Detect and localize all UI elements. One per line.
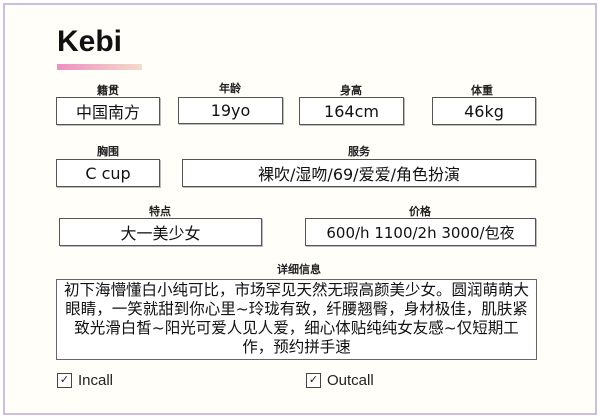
details-textarea[interactable]: 初下海懵懂白小纯可比，市场罕见天然无瑕高颜美少女。圆润萌萌大眼睛，一笑就甜到你心… xyxy=(56,279,537,360)
age-label: 年龄 xyxy=(219,82,241,95)
price-label: 价格 xyxy=(409,205,431,218)
details-label: 详细信息 xyxy=(277,263,321,276)
price-field[interactable]: 600/h 1100/2h 3000/包夜 xyxy=(305,218,536,246)
bust-field[interactable]: C cup xyxy=(56,159,160,187)
origin-label: 籍贯 xyxy=(97,84,119,97)
weight-field[interactable]: 46kg xyxy=(432,97,536,125)
services-label: 服务 xyxy=(348,145,370,158)
title-underline xyxy=(57,64,142,70)
bust-label: 胸围 xyxy=(97,145,119,158)
services-field[interactable]: 裸吹/湿吻/69/爱爱/角色扮演 xyxy=(182,159,536,187)
incall-checkbox[interactable]: ✓ Incall xyxy=(57,372,113,389)
outcall-label: Outcall xyxy=(327,372,374,389)
features-field[interactable]: 大一美少女 xyxy=(59,218,262,246)
checkmark-icon: ✓ xyxy=(306,373,321,388)
weight-label: 体重 xyxy=(471,84,493,97)
height-label: 身高 xyxy=(340,84,362,97)
incall-label: Incall xyxy=(78,372,114,389)
features-label: 特点 xyxy=(149,205,171,218)
outcall-checkbox[interactable]: ✓ Outcall xyxy=(306,372,374,389)
profile-card: Kebi 籍贯 中国南方 年龄 19yo 身高 164cm 体重 46kg 胸围… xyxy=(3,3,597,415)
checkmark-icon: ✓ xyxy=(57,373,72,388)
height-field[interactable]: 164cm xyxy=(299,97,404,125)
origin-field[interactable]: 中国南方 xyxy=(56,97,160,125)
profile-name: Kebi xyxy=(57,25,123,58)
age-field[interactable]: 19yo xyxy=(178,97,283,124)
